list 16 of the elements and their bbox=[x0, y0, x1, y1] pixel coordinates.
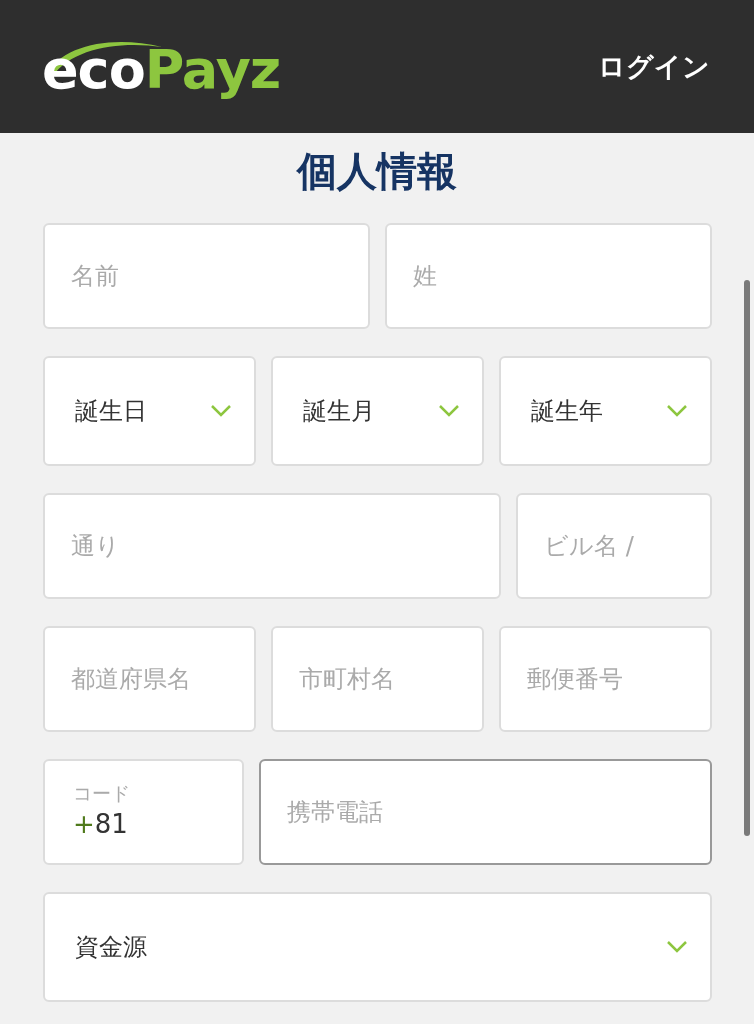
chevron-down-icon bbox=[438, 404, 460, 418]
logo: ecoPayz bbox=[42, 36, 281, 97]
field-value: +81 bbox=[73, 809, 129, 839]
chevron-down-icon bbox=[666, 940, 688, 954]
dropdown[interactable]: 誕生年 bbox=[499, 356, 712, 466]
dropdown[interactable]: 誕生日 bbox=[43, 356, 256, 466]
dropdown[interactable]: 誕生月 bbox=[271, 356, 484, 466]
field-label: コード bbox=[73, 781, 131, 806]
scrollbar[interactable] bbox=[744, 280, 750, 836]
chevron-down-icon bbox=[666, 404, 688, 418]
dropdown[interactable]: 資金源 bbox=[43, 892, 712, 1002]
chevron-down-icon bbox=[210, 404, 232, 418]
page-title: 個人情報 bbox=[295, 147, 458, 196]
login-link[interactable]: ログイン bbox=[598, 48, 710, 85]
country-code-field[interactable]: コード +81 bbox=[43, 759, 244, 865]
text-field[interactable]: 携帯電話 bbox=[258, 759, 712, 865]
